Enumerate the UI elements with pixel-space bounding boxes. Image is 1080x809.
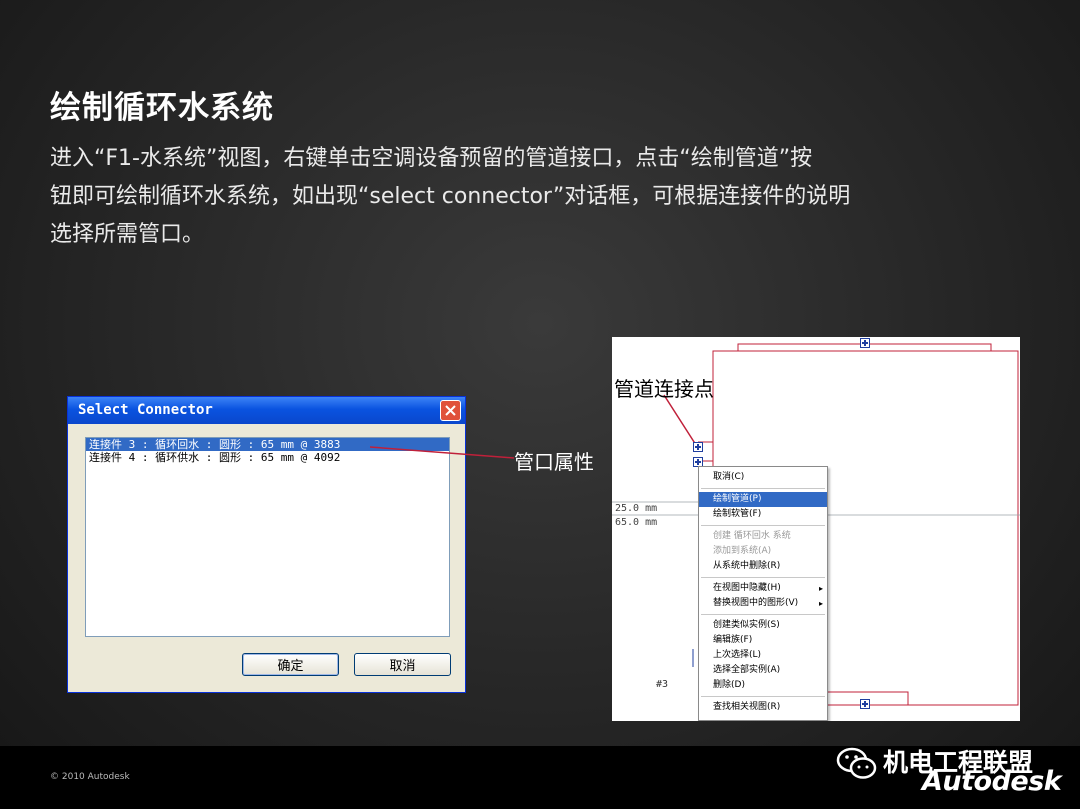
menu-item-select-all-instances[interactable]: 选择全部实例(A)	[699, 663, 827, 678]
wechat-icon	[836, 747, 877, 779]
autodesk-logo: Autodesk	[922, 766, 1062, 797]
connector-item-4[interactable]: 连接件 4 : 循环供水 : 圆形 : 65 mm @ 4092	[86, 451, 449, 464]
connector-top[interactable]	[860, 338, 870, 348]
menu-item-create-system: 创建 循环回水 系统	[713, 531, 791, 541]
menu-separator	[701, 488, 825, 489]
ok-button[interactable]: 确定	[242, 653, 339, 676]
menu-separator	[701, 577, 825, 578]
menu-item-remove-from-system[interactable]: 从系统中删除(R)	[699, 559, 827, 574]
equipment-tag: #3	[656, 679, 669, 690]
connector-list[interactable]: 连接件 3 : 循环回水 : 圆形 : 65 mm @ 3883 连接件 4 :…	[85, 437, 450, 637]
connection-point-label: 管道连接点	[614, 377, 714, 401]
menu-separator	[701, 696, 825, 697]
connector-item-3[interactable]: 连接件 3 : 循环回水 : 圆形 : 65 mm @ 3883	[86, 438, 449, 451]
menu-item-draw-pipe[interactable]: 绘制管道(P)	[699, 492, 827, 507]
menu-item-draw-flex-pipe[interactable]: 绘制软管(F)	[699, 507, 827, 522]
connector-supply[interactable]	[693, 442, 703, 452]
slide-footer: © 2010 Autodesk 机电工程联盟 Autodesk	[0, 746, 1080, 809]
menu-item-add-to-system: 添加到系统(A)	[713, 546, 772, 556]
menu-item-edit-family[interactable]: 编辑族(F)	[699, 633, 827, 648]
dialog-title: Select Connector	[78, 402, 213, 418]
copyright-text: © 2010 Autodesk	[50, 772, 130, 782]
close-icon	[445, 405, 456, 416]
body-line-3: 选择所需管口。	[50, 222, 205, 247]
context-menu: 取消(C) 绘制管道(P) 绘制软管(F) 创建 循环回水 系统 添加到系统(A…	[698, 466, 828, 721]
dim-top: 25.0 mm	[615, 503, 658, 514]
menu-separator	[701, 525, 825, 526]
select-connector-dialog: Select Connector 连接件 3 : 循环回水 : 圆形 : 65 …	[67, 396, 466, 693]
body-line-1: 进入“F1-水系统”视图，右键单击空调设备预留的管道接口，点击“绘制管道”按	[50, 146, 813, 171]
port-attr-label: 管口属性	[514, 450, 594, 474]
menu-separator	[701, 614, 825, 615]
menu-item-find-referring-views[interactable]: 查找相关视图(R)	[699, 700, 827, 715]
menu-item-delete[interactable]: 删除(D)	[699, 678, 827, 693]
close-button[interactable]	[440, 400, 461, 421]
slide-title: 绘制循环水系统	[50, 90, 274, 126]
menu-item-previous-selection[interactable]: 上次选择(L)	[699, 648, 827, 663]
dialog-titlebar[interactable]: Select Connector	[68, 397, 465, 424]
menu-item-override-graphics[interactable]: 替换视图中的图形(V)	[699, 596, 827, 611]
menu-item-hide-in-view[interactable]: 在视图中隐藏(H)	[699, 581, 827, 596]
connector-bottom[interactable]	[860, 699, 870, 709]
menu-item-create-similar[interactable]: 创建类似实例(S)	[699, 618, 827, 633]
menu-item-cancel[interactable]: 取消(C)	[699, 470, 827, 485]
slide-body: 进入“F1-水系统”视图，右键单击空调设备预留的管道接口，点击“绘制管道”按 钮…	[50, 140, 990, 254]
cancel-button[interactable]: 取消	[354, 653, 451, 676]
body-line-2: 钮即可绘制循环水系统，如出现“select connector”对话框，可根据连…	[50, 184, 851, 209]
dim-bottom: 65.0 mm	[615, 517, 658, 528]
revit-drawing-view[interactable]: 管道连接点 25.0 mm 65.0 mm #3 取消(C) 绘制管道(P) 绘…	[612, 337, 1020, 721]
